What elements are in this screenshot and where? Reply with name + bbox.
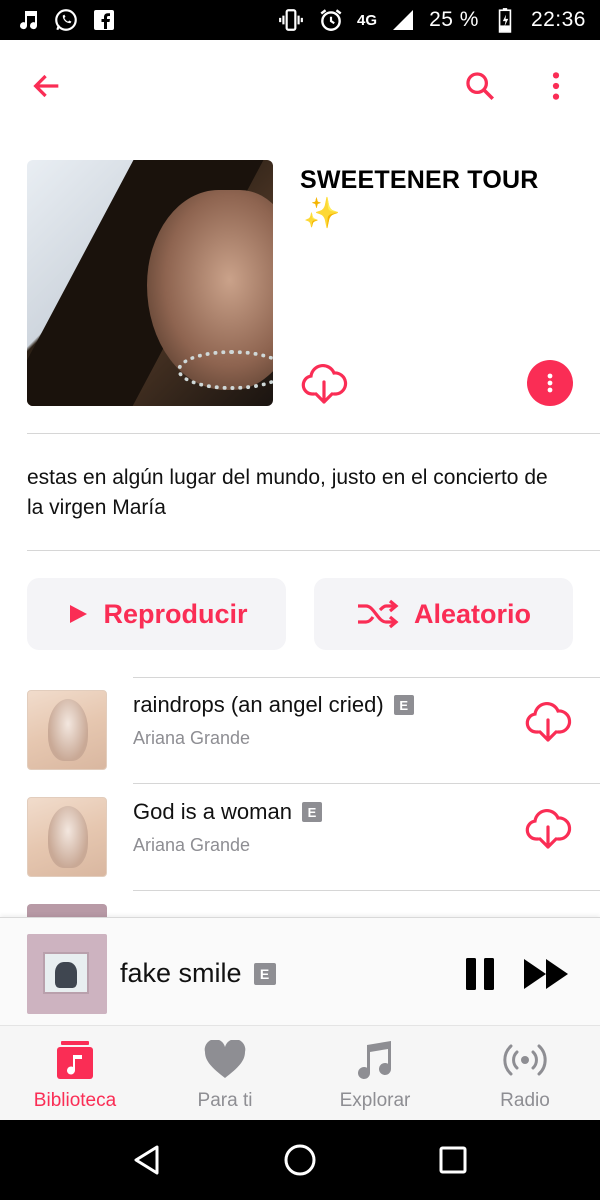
shuffle-button[interactable]: Aleatorio bbox=[314, 578, 573, 650]
artwork-necklace-shape bbox=[177, 350, 273, 390]
play-button[interactable]: Reproducir bbox=[27, 578, 286, 650]
track-artist: Ariana Grande bbox=[133, 835, 251, 855]
back-button[interactable] bbox=[23, 62, 71, 110]
arrow-left-icon bbox=[33, 74, 59, 98]
search-button[interactable] bbox=[456, 62, 504, 110]
explicit-badge: E bbox=[253, 962, 276, 985]
pause-icon bbox=[466, 958, 494, 990]
system-home-button[interactable] bbox=[276, 1136, 324, 1184]
alarm-icon bbox=[317, 6, 345, 34]
mini-player[interactable]: fake smile E bbox=[0, 917, 600, 1025]
skip-forward-button[interactable] bbox=[522, 956, 570, 992]
shuffle-icon bbox=[357, 599, 399, 629]
whatsapp-icon bbox=[52, 6, 80, 34]
clock: 22:36 bbox=[530, 8, 586, 31]
play-icon bbox=[70, 605, 88, 623]
heart-icon bbox=[203, 1038, 247, 1082]
tab-label: Para ti bbox=[197, 1090, 253, 1111]
artwork-figure bbox=[48, 806, 88, 868]
tab-label: Biblioteca bbox=[33, 1090, 117, 1111]
music-note-icon bbox=[353, 1038, 397, 1082]
divider bbox=[27, 550, 600, 551]
explicit-badge: E bbox=[393, 695, 414, 715]
square-recents-icon bbox=[439, 1146, 467, 1174]
system-navigation-bar bbox=[0, 1120, 600, 1200]
cloud-download-icon bbox=[525, 808, 572, 849]
facebook-icon bbox=[90, 6, 118, 34]
playlist-description: estas en algún lugar del mundo, justo en… bbox=[27, 466, 548, 519]
track-title-row: raindrops (an angel cried) E bbox=[133, 692, 414, 718]
download-track-button[interactable] bbox=[524, 698, 572, 746]
playlist-title: SWEETENER TOUR bbox=[300, 166, 539, 194]
system-recents-button[interactable] bbox=[429, 1136, 477, 1184]
now-playing-title-row: fake smile E bbox=[120, 958, 276, 989]
system-back-button[interactable] bbox=[123, 1136, 171, 1184]
vibrate-icon bbox=[277, 6, 305, 34]
track-row[interactable]: raindrops (an angel cried) E Ariana Gran… bbox=[0, 678, 600, 784]
track-title: God is a woman bbox=[133, 799, 292, 824]
divider bbox=[27, 433, 600, 434]
app-bar bbox=[0, 40, 600, 135]
explicit-badge: E bbox=[301, 802, 322, 822]
signal-icon bbox=[389, 6, 417, 34]
artwork-figure bbox=[48, 699, 88, 761]
status-bar: 4G 25 % 22:36 bbox=[0, 0, 600, 40]
track-title-row: God is a woman E bbox=[133, 799, 322, 825]
tab-for-you[interactable]: Para ti bbox=[150, 1026, 300, 1120]
cloud-download-icon bbox=[525, 701, 572, 742]
circle-home-icon bbox=[284, 1144, 316, 1176]
triangle-back-icon bbox=[134, 1145, 159, 1175]
tab-browse[interactable]: Explorar bbox=[300, 1026, 450, 1120]
status-left-icons bbox=[14, 6, 118, 34]
search-icon bbox=[466, 72, 495, 101]
status-right-icons: 4G 25 % 22:36 bbox=[277, 6, 586, 34]
track-row[interactable]: God is a woman E Ariana Grande bbox=[0, 785, 600, 891]
download-playlist-button[interactable] bbox=[300, 360, 348, 408]
radio-icon bbox=[503, 1038, 547, 1082]
tab-library[interactable]: Biblioteca bbox=[0, 1026, 150, 1120]
battery-percent: 25 % bbox=[429, 8, 479, 31]
play-button-label: Reproducir bbox=[103, 598, 248, 629]
shuffle-button-label: Aleatorio bbox=[413, 598, 532, 629]
track-artwork bbox=[27, 690, 107, 770]
artwork-inner bbox=[43, 952, 89, 994]
now-playing-title: fake smile bbox=[120, 958, 242, 988]
battery-charging-icon bbox=[491, 6, 519, 34]
music-notification-icon bbox=[14, 6, 42, 34]
playlist-more-button[interactable] bbox=[527, 360, 573, 406]
playlist-artwork bbox=[27, 160, 273, 406]
overflow-menu-button[interactable] bbox=[532, 62, 580, 110]
cloud-download-icon bbox=[301, 363, 348, 404]
download-track-button[interactable] bbox=[524, 805, 572, 853]
sparkles-emoji: ✨ bbox=[303, 197, 341, 230]
library-icon bbox=[53, 1038, 97, 1082]
tab-bar: Biblioteca Para ti Explorar Radio bbox=[0, 1025, 600, 1120]
tab-label: Radio bbox=[500, 1090, 550, 1111]
more-vertical-icon bbox=[552, 72, 560, 100]
divider bbox=[133, 890, 600, 891]
fast-forward-icon bbox=[524, 959, 568, 989]
tab-radio[interactable]: Radio bbox=[450, 1026, 600, 1120]
track-artist: Ariana Grande bbox=[133, 728, 251, 748]
now-playing-artwork bbox=[27, 934, 107, 1014]
network-type: 4G bbox=[357, 11, 378, 29]
more-vertical-icon bbox=[547, 373, 553, 393]
pause-button[interactable] bbox=[462, 956, 498, 992]
track-artwork bbox=[27, 797, 107, 877]
tab-label: Explorar bbox=[339, 1090, 411, 1111]
track-title: raindrops (an angel cried) bbox=[133, 692, 384, 717]
divider bbox=[133, 783, 600, 784]
